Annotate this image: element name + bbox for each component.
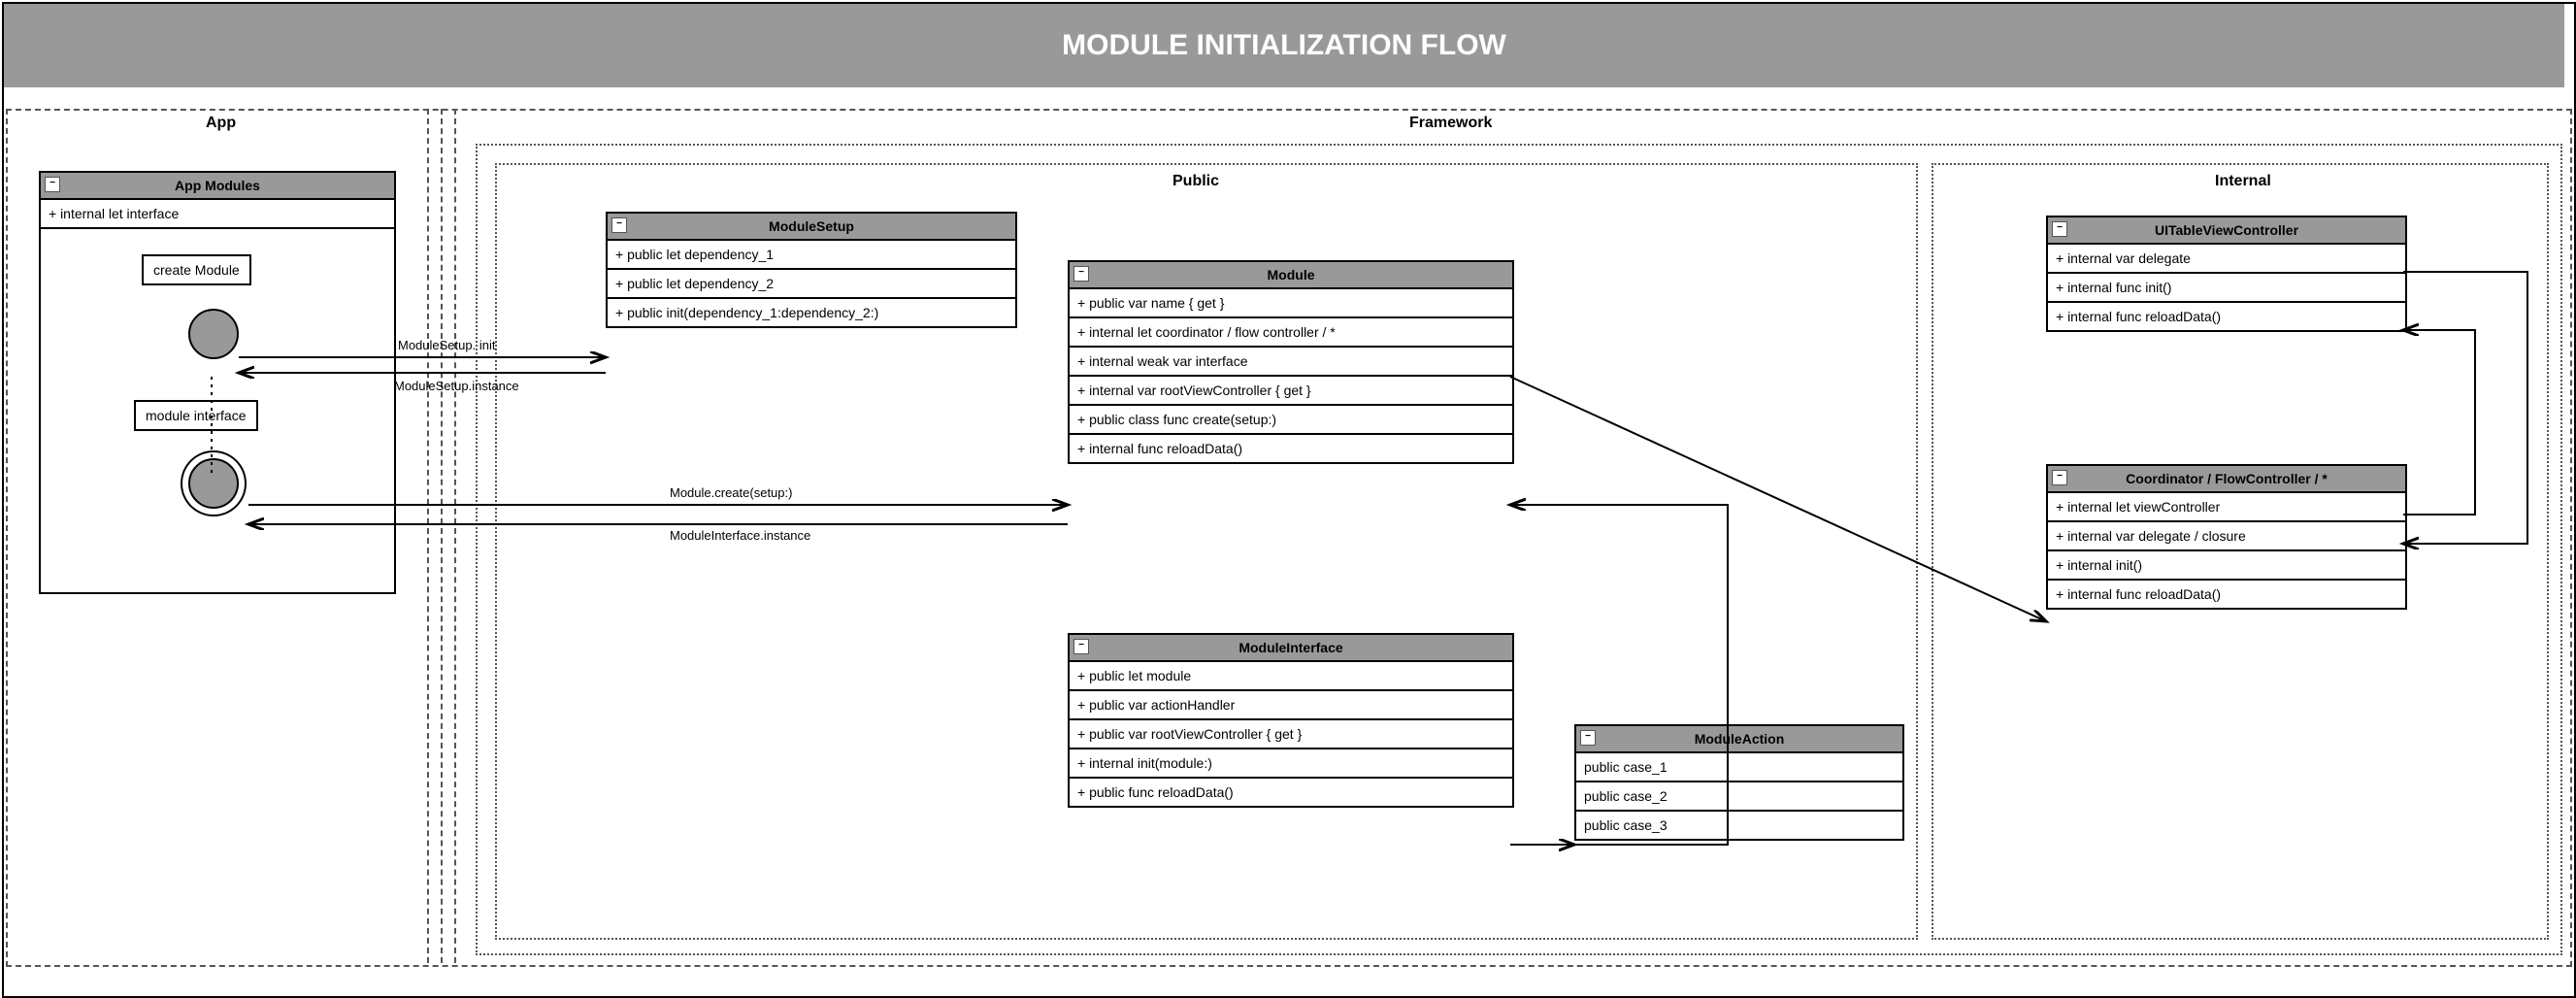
class-module-action: − ModuleAction public case_1 public case… — [1574, 724, 1904, 841]
class-row: + internal func reloadData() — [2048, 581, 2405, 608]
class-row: + public let dependency_2 — [608, 270, 1015, 299]
class-row: public case_3 — [1576, 812, 1902, 839]
class-row: + internal weak var interface — [1070, 348, 1512, 377]
collapse-icon[interactable]: − — [1073, 266, 1089, 282]
class-header: − ModuleSetup — [608, 214, 1015, 241]
section-label-public: Public — [1172, 173, 1219, 190]
edge-label: ModuleSetup.instance — [394, 379, 519, 393]
divider-2 — [441, 109, 443, 963]
class-row: + public var rootViewController { get } — [1070, 720, 1512, 749]
node-create-module — [188, 309, 239, 359]
class-row: + internal let interface — [41, 200, 394, 229]
class-title: UITableViewController — [2155, 222, 2298, 238]
class-row: + internal let coordinator / flow contro… — [1070, 318, 1512, 348]
class-module-interface: − ModuleInterface + public let module + … — [1068, 633, 1514, 808]
class-header: − UITableViewController — [2048, 217, 2405, 245]
class-row: + internal var delegate / closure — [2048, 522, 2405, 551]
collapse-icon[interactable]: − — [2052, 221, 2067, 237]
divider-1 — [427, 109, 429, 963]
class-header: − Module — [1070, 262, 1512, 289]
class-header: − ModuleAction — [1576, 726, 1902, 753]
class-row: + internal init() — [2048, 551, 2405, 581]
class-uitableviewcontroller: − UITableViewController + internal var d… — [2046, 216, 2407, 332]
divider-3 — [454, 109, 456, 963]
class-row: public case_1 — [1576, 753, 1902, 782]
class-title: Module — [1268, 267, 1315, 283]
class-module-setup: − ModuleSetup + public let dependency_1 … — [606, 212, 1017, 328]
class-row: + public var actionHandler — [1070, 691, 1512, 720]
class-header: − ModuleInterface — [1070, 635, 1512, 662]
class-row: + internal func reloadData() — [2048, 303, 2405, 330]
class-row: + internal func reloadData() — [1070, 435, 1512, 462]
collapse-icon[interactable]: − — [1073, 639, 1089, 654]
label-module-interface: module interface — [134, 400, 258, 431]
class-row: + public let dependency_1 — [608, 241, 1015, 270]
class-row: + public var name { get } — [1070, 289, 1512, 318]
class-row: + internal func init() — [2048, 274, 2405, 303]
class-header: − Coordinator / FlowController / * — [2048, 466, 2405, 493]
class-row: + public class func create(setup:) — [1070, 406, 1512, 435]
section-label-internal: Internal — [2215, 173, 2271, 190]
collapse-icon[interactable]: − — [45, 177, 60, 192]
edge-label: ModuleSetup. init — [398, 338, 495, 352]
class-row: + internal var delegate — [2048, 245, 2405, 274]
node-module-interface — [188, 458, 239, 509]
class-row: + internal init(module:) — [1070, 749, 1512, 779]
class-coordinator: − Coordinator / FlowController / * + int… — [2046, 464, 2407, 610]
class-module: − Module + public var name { get } + int… — [1068, 260, 1514, 464]
section-label-app: App — [206, 115, 236, 132]
class-app-modules: − App Modules + internal let interface c… — [39, 171, 396, 594]
class-title: Coordinator / FlowController / * — [2126, 471, 2328, 486]
class-row: + public init(dependency_1:dependency_2:… — [608, 299, 1015, 326]
edge-label: Module.create(setup:) — [670, 485, 792, 500]
class-row: + internal let viewController — [2048, 493, 2405, 522]
class-row: + public func reloadData() — [1070, 779, 1512, 806]
class-title: App Modules — [175, 178, 260, 193]
diagram-canvas: MODULE INITIALIZATION FLOW App Framework… — [0, 0, 2576, 998]
section-label-framework: Framework — [1409, 115, 1492, 132]
diagram-title: MODULE INITIALIZATION FLOW — [4, 4, 2564, 87]
edge-label: ModuleInterface.instance — [670, 528, 810, 543]
collapse-icon[interactable]: − — [2052, 470, 2067, 485]
class-row: + public let module — [1070, 662, 1512, 691]
class-title: ModuleInterface — [1238, 640, 1342, 655]
class-row: public case_2 — [1576, 782, 1902, 812]
collapse-icon[interactable]: − — [611, 217, 627, 233]
class-header: − App Modules — [41, 173, 394, 200]
class-title: ModuleAction — [1695, 731, 1785, 747]
class-title: ModuleSetup — [769, 218, 854, 234]
class-row: + internal var rootViewController { get … — [1070, 377, 1512, 406]
collapse-icon[interactable]: − — [1580, 730, 1596, 746]
label-create-module: create Module — [142, 254, 251, 285]
